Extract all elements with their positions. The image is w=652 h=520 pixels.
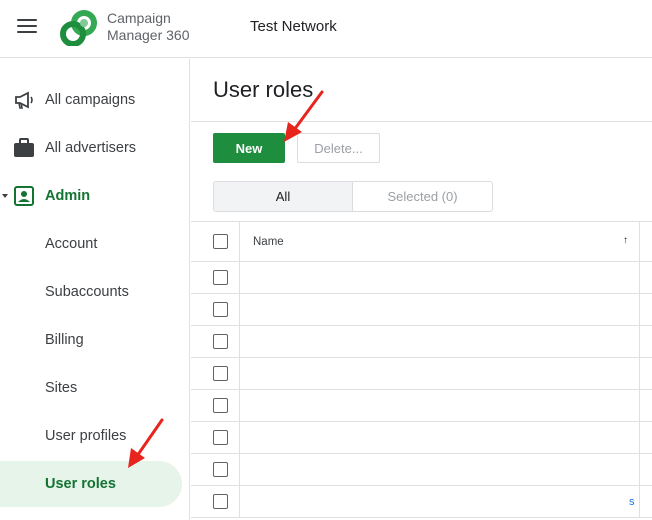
column-divider bbox=[639, 262, 640, 293]
menu-icon[interactable] bbox=[17, 19, 37, 35]
sidebar-item-label: All campaigns bbox=[45, 92, 136, 108]
sidebar-item-billing[interactable]: Billing bbox=[0, 317, 182, 363]
tab-all[interactable]: All bbox=[214, 182, 353, 211]
tab-selected[interactable]: Selected (0) bbox=[353, 182, 492, 211]
caret-down-icon[interactable] bbox=[2, 194, 8, 198]
sidebar-item-account[interactable]: Account bbox=[0, 221, 182, 267]
column-divider bbox=[639, 358, 640, 389]
brand-line-2: Manager 360 bbox=[107, 27, 190, 43]
sidebar-item-sites[interactable]: Sites bbox=[0, 365, 182, 411]
table-row[interactable]: s bbox=[191, 486, 652, 518]
sidebar-item-label: User profiles bbox=[45, 428, 127, 444]
brand-line-1: Campaign bbox=[107, 10, 171, 26]
main-content: User roles New Delete... All Selected (0… bbox=[191, 59, 652, 520]
page-title: User roles bbox=[213, 77, 314, 102]
column-divider bbox=[239, 486, 240, 517]
column-divider bbox=[239, 326, 240, 357]
column-divider bbox=[239, 358, 240, 389]
column-divider bbox=[639, 294, 640, 325]
top-bar: Campaign Manager 360 Test Network bbox=[0, 0, 652, 58]
column-divider bbox=[239, 422, 240, 453]
table-row[interactable] bbox=[191, 454, 652, 486]
table-row[interactable] bbox=[191, 294, 652, 326]
column-divider bbox=[239, 262, 240, 293]
sidebar-item-label: All advertisers bbox=[45, 140, 137, 156]
row-checkbox[interactable] bbox=[213, 398, 228, 413]
megaphone-icon bbox=[15, 91, 33, 109]
sidebar-item-label: Sites bbox=[45, 380, 78, 396]
row-checkbox[interactable] bbox=[213, 366, 228, 381]
column-divider bbox=[639, 454, 640, 485]
table-header-row: Name ↑ bbox=[191, 222, 652, 262]
column-divider bbox=[639, 486, 640, 517]
row-checkbox[interactable] bbox=[213, 430, 228, 445]
product-name[interactable]: Campaign Manager 360 bbox=[107, 10, 190, 44]
table-row[interactable] bbox=[191, 262, 652, 294]
column-divider bbox=[239, 222, 240, 261]
sidebar-item-all-campaigns[interactable]: All campaigns bbox=[0, 77, 182, 123]
table-row[interactable] bbox=[191, 358, 652, 390]
sidebar: All campaigns All advertisers Admin Acco… bbox=[0, 59, 190, 520]
admin-badge-icon bbox=[14, 186, 34, 206]
column-divider bbox=[239, 294, 240, 325]
table-row[interactable] bbox=[191, 390, 652, 422]
campaign-manager-logo-icon bbox=[60, 10, 97, 46]
row-checkbox[interactable] bbox=[213, 494, 228, 509]
column-divider bbox=[239, 390, 240, 421]
column-divider bbox=[639, 422, 640, 453]
column-divider bbox=[639, 326, 640, 357]
table-row[interactable] bbox=[191, 326, 652, 358]
sort-ascending-icon[interactable]: ↑ bbox=[623, 235, 628, 246]
sidebar-item-label: Admin bbox=[45, 188, 91, 204]
roles-table: Name ↑ s bbox=[191, 221, 652, 518]
column-header-name[interactable]: Name bbox=[253, 236, 284, 248]
sidebar-item-all-advertisers[interactable]: All advertisers bbox=[0, 125, 182, 171]
sidebar-item-label: Billing bbox=[45, 332, 84, 348]
cell-text[interactable]: s bbox=[629, 496, 635, 508]
row-checkbox[interactable] bbox=[213, 462, 228, 477]
row-checkbox[interactable] bbox=[213, 270, 228, 285]
sidebar-item-label: Subaccounts bbox=[45, 284, 129, 300]
column-divider bbox=[239, 454, 240, 485]
sidebar-item-admin[interactable]: Admin bbox=[0, 173, 182, 219]
table-row[interactable] bbox=[191, 422, 652, 454]
divider bbox=[191, 121, 652, 122]
sidebar-item-user-roles[interactable]: User roles bbox=[0, 461, 182, 507]
network-name[interactable]: Test Network bbox=[250, 18, 337, 35]
select-all-checkbox[interactable] bbox=[213, 234, 228, 249]
row-checkbox[interactable] bbox=[213, 302, 228, 317]
filter-toggle: All Selected (0) bbox=[213, 181, 493, 212]
sidebar-item-label: Account bbox=[45, 236, 98, 252]
row-checkbox[interactable] bbox=[213, 334, 228, 349]
new-button[interactable]: New bbox=[213, 133, 285, 163]
briefcase-icon bbox=[14, 138, 34, 157]
sidebar-item-subaccounts[interactable]: Subaccounts bbox=[0, 269, 182, 315]
column-divider bbox=[639, 390, 640, 421]
sidebar-item-label: User roles bbox=[45, 476, 116, 492]
delete-button[interactable]: Delete... bbox=[297, 133, 380, 163]
column-divider bbox=[639, 222, 640, 261]
sidebar-item-user-profiles[interactable]: User profiles bbox=[0, 413, 182, 459]
